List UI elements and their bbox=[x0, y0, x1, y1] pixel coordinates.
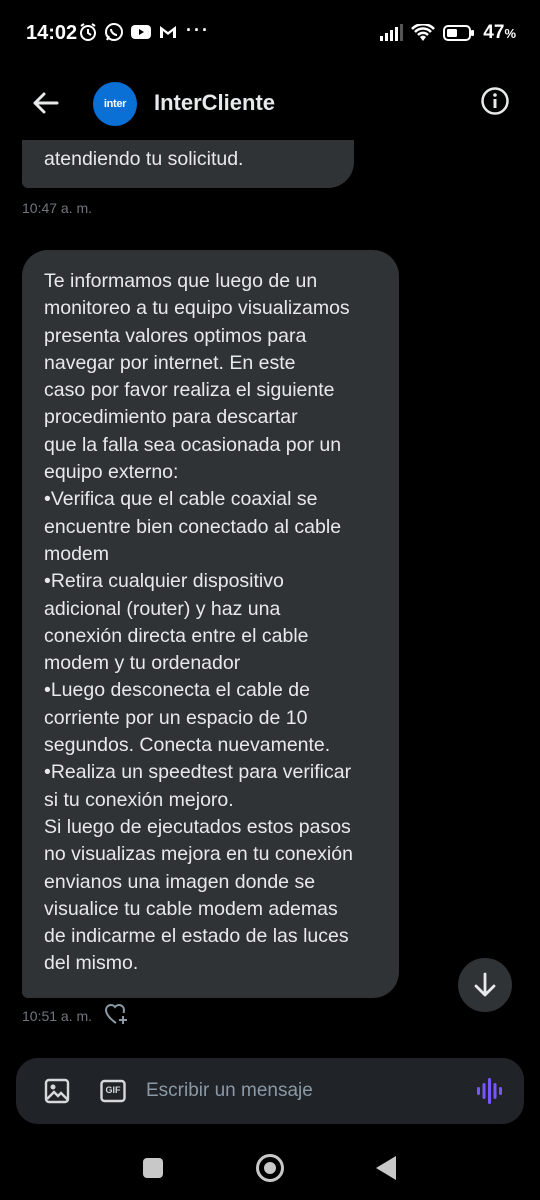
signal-icon bbox=[380, 24, 404, 41]
message-line: corriente por un espacio de 10 bbox=[44, 706, 308, 729]
message-line: si tu conexión mejoro. bbox=[44, 788, 234, 811]
youtube-icon bbox=[131, 25, 151, 39]
contact-name[interactable]: InterCliente bbox=[154, 90, 275, 116]
add-image-button[interactable] bbox=[44, 1078, 70, 1109]
message-line: visualice tu cable modem ademas bbox=[44, 897, 338, 920]
status-bar: 14:02 ··· 47% bbox=[0, 0, 540, 66]
message-input[interactable] bbox=[146, 1070, 456, 1112]
alarm-icon bbox=[80, 23, 96, 41]
recents-button[interactable] bbox=[143, 1158, 163, 1178]
avatar[interactable]: inter bbox=[93, 82, 137, 126]
message-bubble: Te informamos que luego de un monitoreo … bbox=[22, 250, 399, 998]
message-line: equipo externo: bbox=[44, 461, 179, 484]
message-timestamp: 10:47 a. m. bbox=[22, 200, 93, 216]
message-line: segundos. Conecta nuevamente. bbox=[44, 734, 331, 757]
system-nav-bar bbox=[0, 1140, 540, 1200]
message-line: Te informamos que luego de un bbox=[44, 270, 318, 292]
message-line: presenta valores optimos para bbox=[44, 324, 307, 347]
whatsapp-icon bbox=[105, 23, 123, 41]
info-button[interactable] bbox=[480, 86, 510, 116]
home-button[interactable] bbox=[256, 1154, 284, 1182]
message-list[interactable]: y atendiendo tu solicitud. 10:47 a. m. T… bbox=[0, 140, 540, 1040]
voice-icon bbox=[477, 1078, 502, 1104]
status-time: 14:02 bbox=[26, 22, 78, 44]
message-line: procedimiento para descartar bbox=[44, 406, 298, 429]
more-notifications: ··· bbox=[186, 20, 210, 40]
battery-icon bbox=[443, 25, 475, 41]
avatar-logo-text: inter bbox=[103, 98, 127, 110]
message-line: •Retira cualquier dispositivo bbox=[44, 570, 284, 593]
heart-plus-icon bbox=[104, 1004, 127, 1024]
back-button[interactable] bbox=[26, 84, 64, 122]
message-bubble: y atendiendo tu solicitud. bbox=[22, 140, 354, 188]
wifi-icon bbox=[411, 24, 436, 41]
message-line: de indicarme el estado de las luces bbox=[44, 925, 349, 948]
message-line: caso por favor realiza el siguiente bbox=[44, 379, 335, 402]
gmail-icon bbox=[160, 26, 176, 38]
info-icon bbox=[481, 87, 509, 115]
message-line: conexión directa entre el cable bbox=[44, 624, 309, 647]
message-line: adicional (router) y haz una bbox=[44, 597, 281, 620]
battery-level: 47% bbox=[483, 22, 516, 43]
system-icons: 47% bbox=[379, 22, 516, 44]
message-line: navegar por internet. En este bbox=[44, 351, 296, 374]
message-line: del mismo. bbox=[44, 952, 139, 975]
gif-label: GIF bbox=[105, 1085, 121, 1095]
voice-message-button[interactable] bbox=[476, 1077, 502, 1110]
notification-icons bbox=[78, 22, 178, 42]
message-line: Si luego de ejecutados estos pasos bbox=[44, 815, 351, 838]
message-line: •Realiza un speedtest para verificar bbox=[44, 761, 352, 784]
message-line: •Luego desconecta el cable de bbox=[44, 679, 310, 702]
system-back-button[interactable] bbox=[376, 1156, 396, 1180]
message-line: modem bbox=[44, 542, 110, 565]
image-icon bbox=[44, 1078, 70, 1104]
message-line: que la falla sea ocasionada por un bbox=[44, 433, 342, 456]
chat-header: inter InterCliente bbox=[0, 66, 540, 140]
message-line: modem y tu ordenador bbox=[44, 652, 241, 675]
message-timestamp: 10:51 a. m. bbox=[22, 1008, 93, 1024]
add-reaction-button[interactable] bbox=[104, 1002, 130, 1031]
message-line: •Verifica que el cable coaxial se bbox=[44, 488, 318, 511]
message-line: encuentre bien conectado al cable bbox=[44, 515, 342, 538]
message-line: atendiendo tu solicitud. bbox=[44, 148, 244, 170]
message-line: monitoreo a tu equipo visualizamos bbox=[44, 297, 350, 320]
message-composer: GIF bbox=[16, 1058, 524, 1124]
scroll-to-bottom-button[interactable] bbox=[458, 958, 512, 1012]
back-arrow-icon bbox=[33, 92, 59, 114]
add-gif-button[interactable]: GIF bbox=[100, 1078, 126, 1109]
message-line: envianos una imagen donde se bbox=[44, 870, 316, 893]
arrow-down-icon bbox=[474, 972, 496, 997]
message-line: no visualizas mejora en tu conexión bbox=[44, 843, 353, 866]
